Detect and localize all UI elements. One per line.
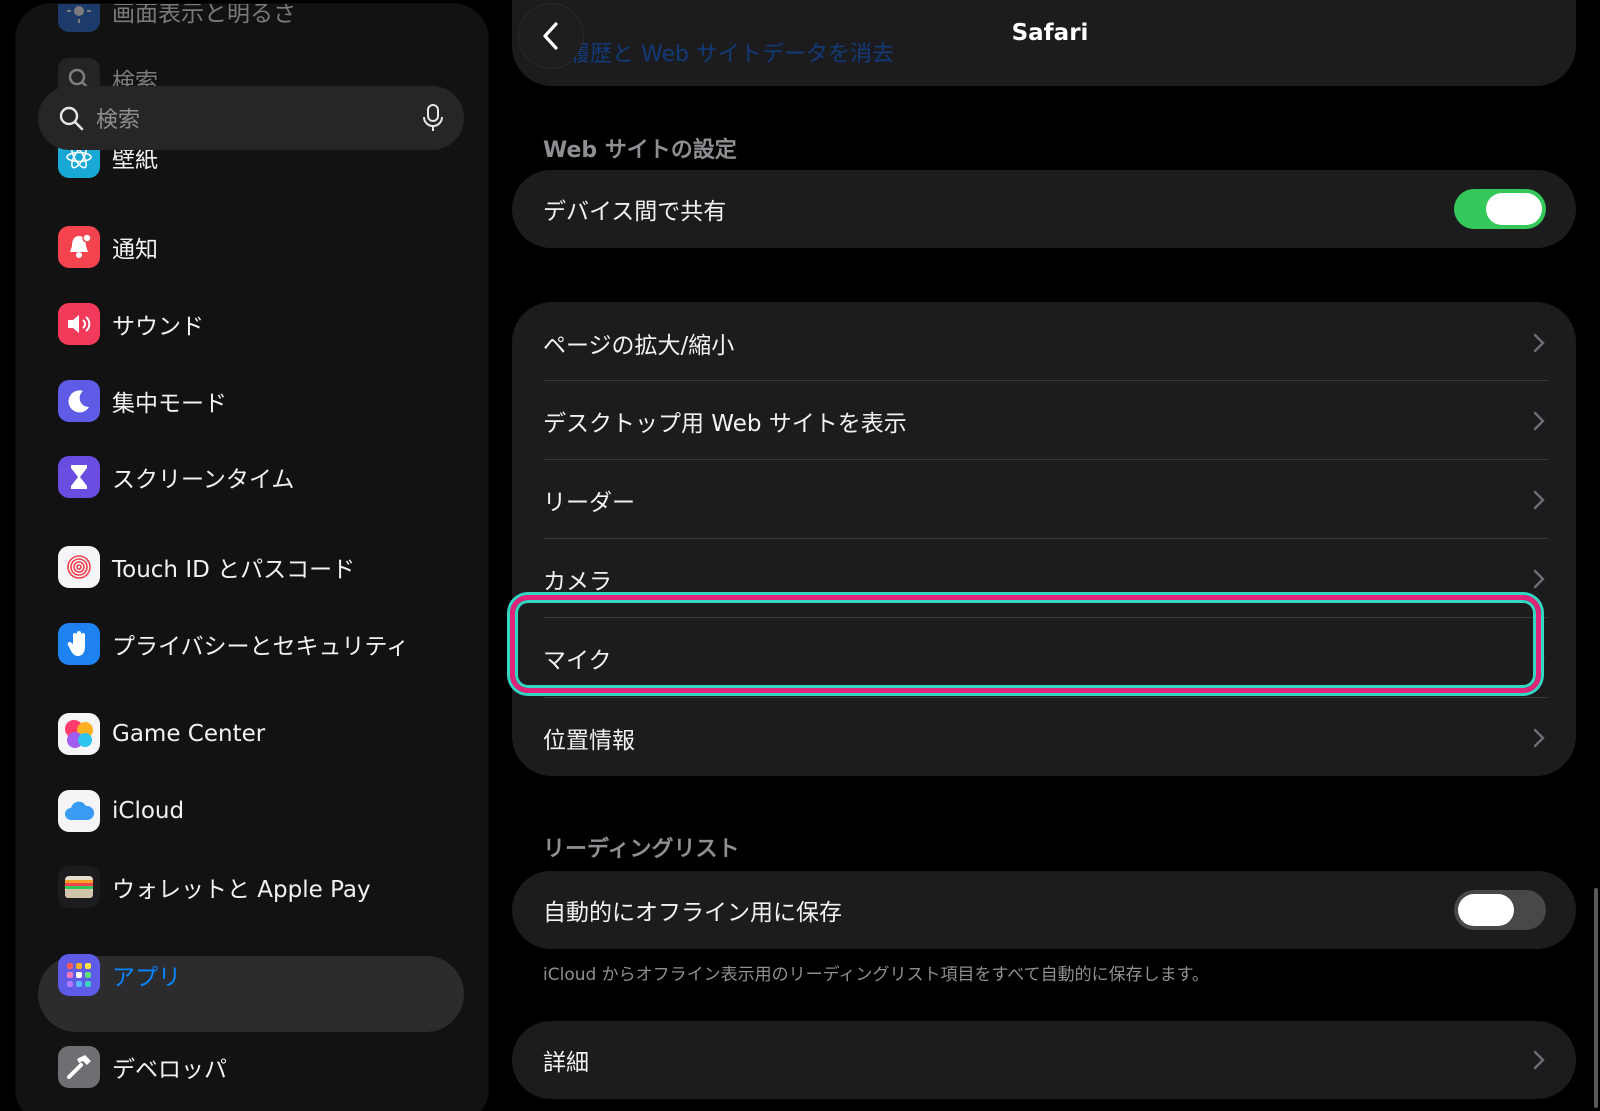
sidebar-item-label: デベロッパ bbox=[112, 1057, 227, 1083]
chevron-right-icon bbox=[1533, 333, 1545, 353]
reading-list-footnote: iCloud からオフライン表示用のリーディングリスト項目をすべて自動的に保存し… bbox=[543, 965, 1209, 985]
back-button[interactable] bbox=[519, 4, 583, 68]
sidebar-item-label: Game Center bbox=[112, 721, 266, 747]
microphone-highlight-ring bbox=[510, 595, 1541, 693]
hammer-icon bbox=[58, 1046, 100, 1088]
search-field[interactable]: 検索 bbox=[38, 86, 464, 150]
divider bbox=[543, 697, 1548, 698]
chevron-left-icon bbox=[543, 22, 558, 50]
auto-save-offline-toggle[interactable] bbox=[1454, 890, 1546, 930]
sidebar-item-label: 画面表示と明るさ bbox=[112, 4, 296, 27]
reading-list-group: 自動的にオフライン用に保存 bbox=[512, 871, 1576, 949]
divider bbox=[543, 380, 1548, 381]
row-location[interactable]: 位置情報 bbox=[512, 699, 1576, 777]
sidebar-item-label: 集中モード bbox=[112, 391, 227, 417]
sidebar-item-label: Touch ID とパスコード bbox=[112, 557, 356, 583]
sun-icon bbox=[58, 4, 100, 32]
search-placeholder: 検索 bbox=[96, 108, 141, 133]
chevron-right-icon bbox=[1533, 1050, 1545, 1070]
advanced-group: 詳細 bbox=[512, 1021, 1576, 1099]
auto-save-offline-row: 自動的にオフライン用に保存 bbox=[512, 871, 1576, 949]
hand-icon bbox=[58, 623, 100, 665]
sidebar-item-gamecenter[interactable]: Game Center bbox=[58, 711, 265, 757]
auto-save-offline-label: 自動的にオフライン用に保存 bbox=[543, 900, 842, 926]
share-across-devices-row: デバイス間で共有 bbox=[512, 170, 1576, 248]
row-label: 位置情報 bbox=[543, 728, 635, 754]
search-icon bbox=[59, 106, 84, 131]
sidebar: 画面表示と明るさ 検索 壁紙 検索 通知 サウンド 集中モード スクリーンタイム… bbox=[16, 4, 488, 1111]
sidebar-item-label: ウォレットと Apple Pay bbox=[112, 877, 371, 903]
page-title: Safari bbox=[1011, 20, 1089, 46]
apps-grid-icon bbox=[58, 954, 100, 996]
microphone-icon[interactable] bbox=[422, 104, 444, 132]
sidebar-item-privacy[interactable]: プライバシーとセキュリティ bbox=[58, 621, 409, 667]
row-advanced[interactable]: 詳細 bbox=[512, 1021, 1576, 1099]
sidebar-item-wallet[interactable]: ウォレットと Apple Pay bbox=[58, 864, 371, 910]
chevron-right-icon bbox=[1533, 490, 1545, 510]
speaker-icon bbox=[58, 303, 100, 345]
site-settings-group: ページの拡大/縮小 デスクトップ用 Web サイトを表示 リーダー カメラ マイ… bbox=[512, 302, 1576, 776]
wallet-icon bbox=[58, 866, 100, 908]
sidebar-item-icloud[interactable]: iCloud bbox=[58, 788, 184, 834]
clear-history-link[interactable]: 履歴と Web サイトデータを消去 bbox=[568, 36, 894, 68]
sidebar-item-notifications[interactable]: 通知 bbox=[58, 224, 158, 270]
chevron-right-icon bbox=[1533, 411, 1545, 431]
sidebar-item-label: アプリ bbox=[112, 965, 181, 991]
toggle-knob bbox=[1486, 193, 1542, 225]
chevron-right-icon bbox=[1533, 728, 1545, 748]
row-page-zoom[interactable]: ページの拡大/縮小 bbox=[512, 304, 1576, 382]
sidebar-item-screentime[interactable]: スクリーンタイム bbox=[58, 454, 294, 500]
sidebar-item-display[interactable]: 画面表示と明るさ bbox=[58, 4, 296, 34]
share-group: デバイス間で共有 bbox=[512, 170, 1576, 248]
chevron-right-icon bbox=[1533, 569, 1545, 589]
divider bbox=[543, 538, 1548, 539]
section-header-reading-list: リーディングリスト bbox=[543, 837, 740, 862]
row-label: デスクトップ用 Web サイトを表示 bbox=[543, 411, 907, 437]
sidebar-item-label: スクリーンタイム bbox=[112, 467, 295, 493]
moon-icon bbox=[58, 380, 100, 422]
sidebar-item-developer[interactable]: デベロッパ bbox=[58, 1044, 227, 1090]
sidebar-item-label: プライバシーとセキュリティ bbox=[112, 634, 410, 660]
hourglass-icon bbox=[58, 456, 100, 498]
game-center-icon bbox=[58, 713, 100, 755]
share-across-devices-toggle[interactable] bbox=[1454, 189, 1546, 229]
fingerprint-icon bbox=[58, 546, 100, 588]
sidebar-item-apps[interactable]: アプリ bbox=[58, 952, 181, 998]
toggle-knob bbox=[1458, 894, 1514, 926]
row-label: リーダー bbox=[543, 490, 635, 516]
bell-icon bbox=[58, 226, 100, 268]
section-header-website-settings: Web サイトの設定 bbox=[543, 138, 737, 163]
sidebar-item-label: iCloud bbox=[112, 798, 185, 824]
row-label: ページの拡大/縮小 bbox=[543, 333, 735, 359]
row-label: カメラ bbox=[543, 569, 612, 595]
row-reader[interactable]: リーダー bbox=[512, 461, 1576, 539]
divider bbox=[543, 459, 1548, 460]
row-label: 詳細 bbox=[543, 1050, 589, 1076]
sidebar-item-sound[interactable]: サウンド bbox=[58, 301, 204, 347]
sidebar-item-focus[interactable]: 集中モード bbox=[58, 378, 227, 424]
sidebar-item-touchid[interactable]: Touch ID とパスコード bbox=[58, 544, 355, 590]
share-across-devices-label: デバイス間で共有 bbox=[543, 199, 727, 225]
row-desktop-website[interactable]: デスクトップ用 Web サイトを表示 bbox=[512, 382, 1576, 460]
sidebar-item-label: サウンド bbox=[112, 314, 204, 340]
scrollbar[interactable] bbox=[1594, 888, 1598, 1108]
cloud-icon bbox=[58, 790, 100, 832]
sidebar-item-label: 通知 bbox=[112, 237, 158, 263]
